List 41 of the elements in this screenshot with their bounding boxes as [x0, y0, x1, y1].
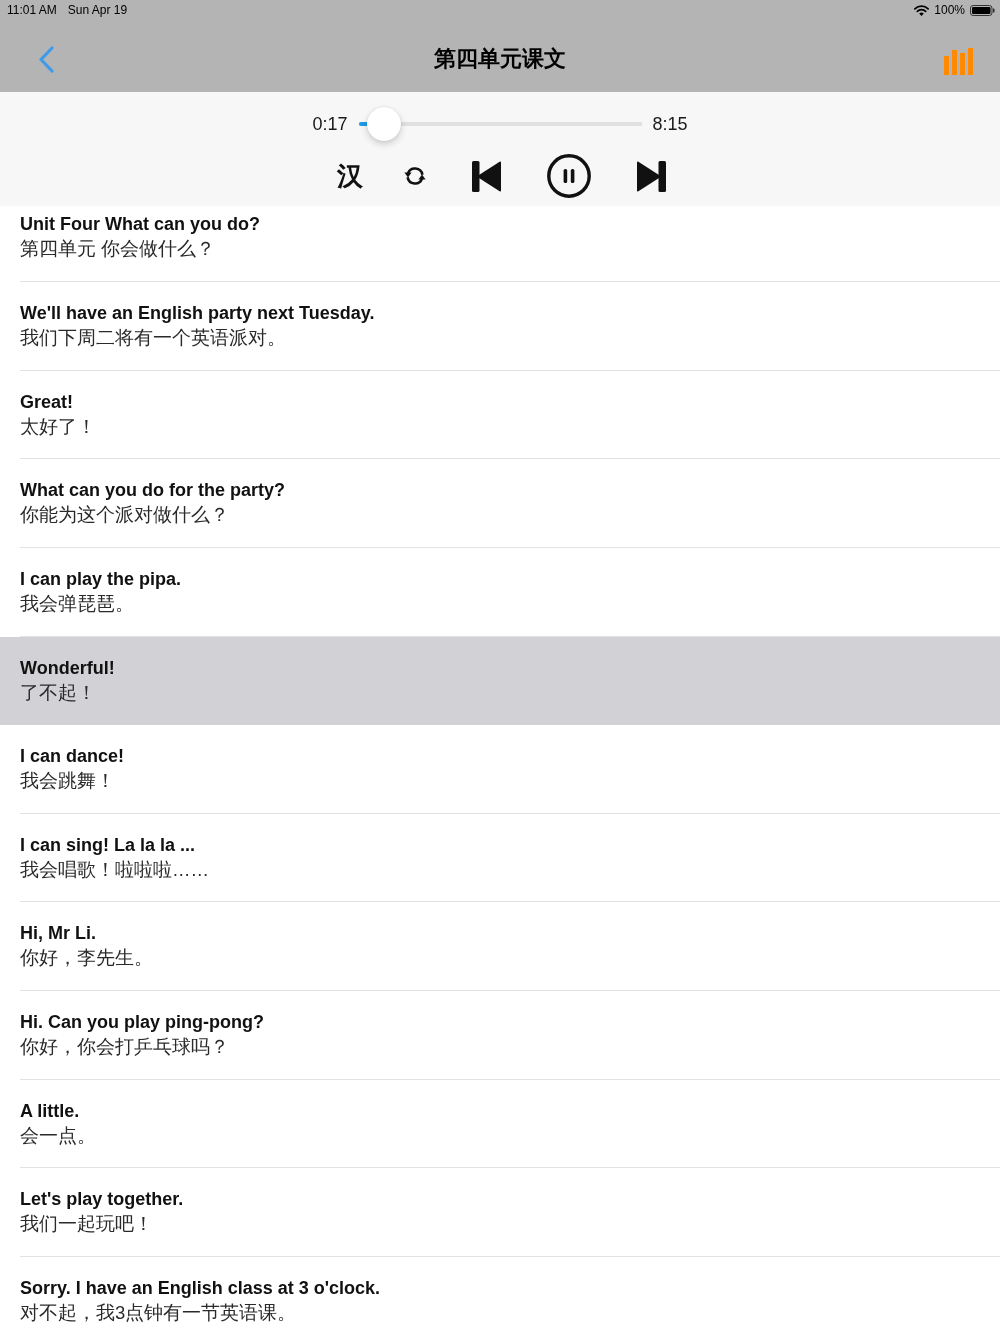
sentence-row[interactable]: Wonderful! 了不起！ [0, 636, 1000, 726]
chinese-translation: 你好，你会打乒乓球吗？ [20, 1035, 229, 1059]
status-time: 11:01 AM [7, 3, 57, 17]
chinese-translation: 我们下周二将有一个英语派对。 [20, 326, 286, 350]
english-sentence: What can you do for the party? [20, 479, 285, 503]
total-duration: 8:15 [652, 113, 688, 135]
slider-thumb[interactable] [366, 107, 401, 141]
elapsed-time: 0:17 [312, 113, 348, 135]
english-sentence: Sorry. I have an English class at 3 o'clock. [20, 1276, 381, 1300]
screen-title: 第四单元课文 [434, 45, 566, 73]
chinese-translation: 我会唱歌！啦啦啦…… [20, 857, 209, 882]
english-sentence: I can dance! [20, 745, 125, 769]
english-sentence: Hi. Can you play ping-pong? [20, 1011, 264, 1034]
pause-icon[interactable] [546, 154, 591, 198]
language-toggle-button[interactable]: 汉 [331, 154, 368, 198]
chinese-translation: 我会跳舞！ [20, 769, 115, 794]
english-sentence: Wonderful! [20, 656, 115, 680]
english-sentence: Great! [20, 390, 73, 414]
chinese-translation: 我会弹琵琶。 [20, 591, 134, 616]
status-date: Sun Apr 19 [67, 3, 128, 17]
english-sentence: We'll have an English party next Tuesday. [20, 302, 375, 325]
chinese-translation: 会一点。 [20, 1123, 96, 1148]
english-sentence: I can sing! La la la ... [20, 833, 196, 857]
chinese-translation: 太好了！ [20, 414, 96, 439]
english-sentence: A little. [20, 1099, 80, 1123]
chinese-translation: 你能为这个派对做什么？ [20, 503, 229, 528]
english-sentence: I can play the pipa. [20, 567, 182, 591]
previous-track-icon[interactable] [471, 160, 502, 192]
next-track-icon[interactable] [635, 160, 666, 192]
english-sentence: Unit Four What can you do? [20, 213, 260, 237]
english-sentence: Let's play together. [20, 1188, 184, 1212]
wifi-icon [914, 4, 930, 16]
battery-icon [970, 4, 995, 16]
chinese-translation: 第四单元 你会做什么？ [20, 237, 216, 262]
chinese-translation: 对不起，我3点钟有一节英语课。 [20, 1300, 297, 1325]
english-sentence: Hi, Mr Li. [20, 922, 96, 946]
battery-percentage: 100% [934, 3, 965, 17]
chinese-translation: 了不起！ [20, 680, 96, 705]
chinese-translation: 你好，李先生。 [20, 946, 153, 971]
chinese-translation: 我们一起玩吧！ [20, 1212, 153, 1237]
repeat-icon[interactable] [402, 164, 427, 188]
